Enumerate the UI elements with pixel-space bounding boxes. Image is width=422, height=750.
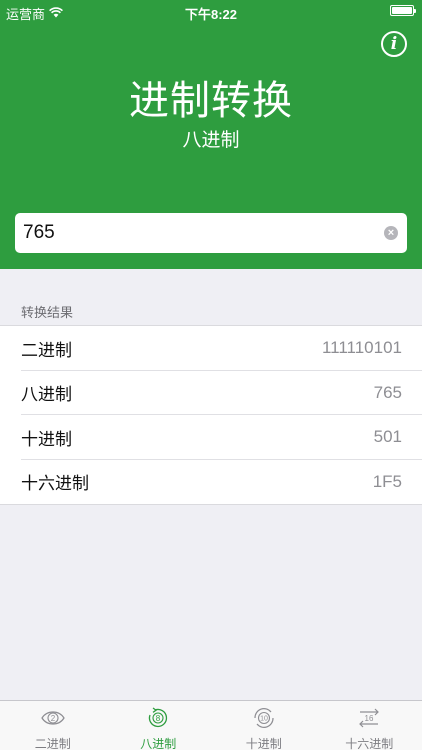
tab-octal[interactable]: 8 八进制	[106, 701, 212, 750]
result-label: 八进制	[21, 385, 72, 405]
status-bar: 运营商 下午8:22	[0, 0, 422, 22]
results-list: 二进制 111110101 八进制 765 十进制 501 十六进制 1F5	[0, 325, 422, 505]
decimal-tab-icon: 10	[250, 707, 278, 729]
number-input-box: ×	[15, 213, 407, 253]
svg-text:8: 8	[156, 714, 161, 723]
tab-binary[interactable]: 2 二进制	[0, 701, 106, 750]
result-row-octal[interactable]: 八进制 765	[0, 371, 422, 416]
info-icon[interactable]: i	[381, 31, 407, 57]
result-row-decimal[interactable]: 十进制 501	[0, 415, 422, 460]
current-base-subtitle: 八进制	[182, 130, 240, 151]
tab-label: 十六进制	[345, 737, 394, 750]
number-input[interactable]	[15, 213, 375, 253]
tab-bar: 2 二进制 8 八进制 10 十进制 16 十六进制	[0, 700, 422, 750]
battery-icon	[390, 5, 416, 16]
svg-text:2: 2	[51, 714, 56, 723]
result-value: 111110101	[321, 338, 402, 358]
result-label: 十六进制	[21, 474, 89, 494]
status-time: 下午8:22	[184, 7, 238, 22]
result-row-binary[interactable]: 二进制 111110101	[0, 326, 422, 371]
result-label: 二进制	[21, 340, 72, 360]
tab-label: 二进制	[34, 737, 71, 750]
svg-text:10: 10	[260, 716, 268, 723]
header: 运营商 下午8:22 i 进制转换 八进制 ×	[0, 0, 422, 269]
result-value: 765	[373, 382, 402, 402]
result-label: 十进制	[21, 429, 72, 449]
svg-text:16: 16	[365, 714, 374, 723]
page-title: 进制转换	[129, 79, 293, 123]
tab-decimal[interactable]: 10 十进制	[211, 701, 317, 750]
tab-label: 八进制	[140, 737, 177, 750]
binary-tab-icon: 2	[39, 707, 67, 729]
clear-icon[interactable]: ×	[384, 226, 398, 240]
octal-tab-icon: 8	[144, 707, 172, 729]
tab-hexadecimal[interactable]: 16 十六进制	[317, 701, 422, 750]
result-row-hexadecimal[interactable]: 十六进制 1F5	[0, 460, 422, 505]
tab-label: 十进制	[245, 737, 282, 750]
result-value: 1F5	[372, 471, 402, 491]
hexadecimal-tab-icon: 16	[355, 707, 383, 729]
results-section-label: 转换结果	[21, 305, 74, 320]
result-value: 501	[373, 427, 402, 447]
